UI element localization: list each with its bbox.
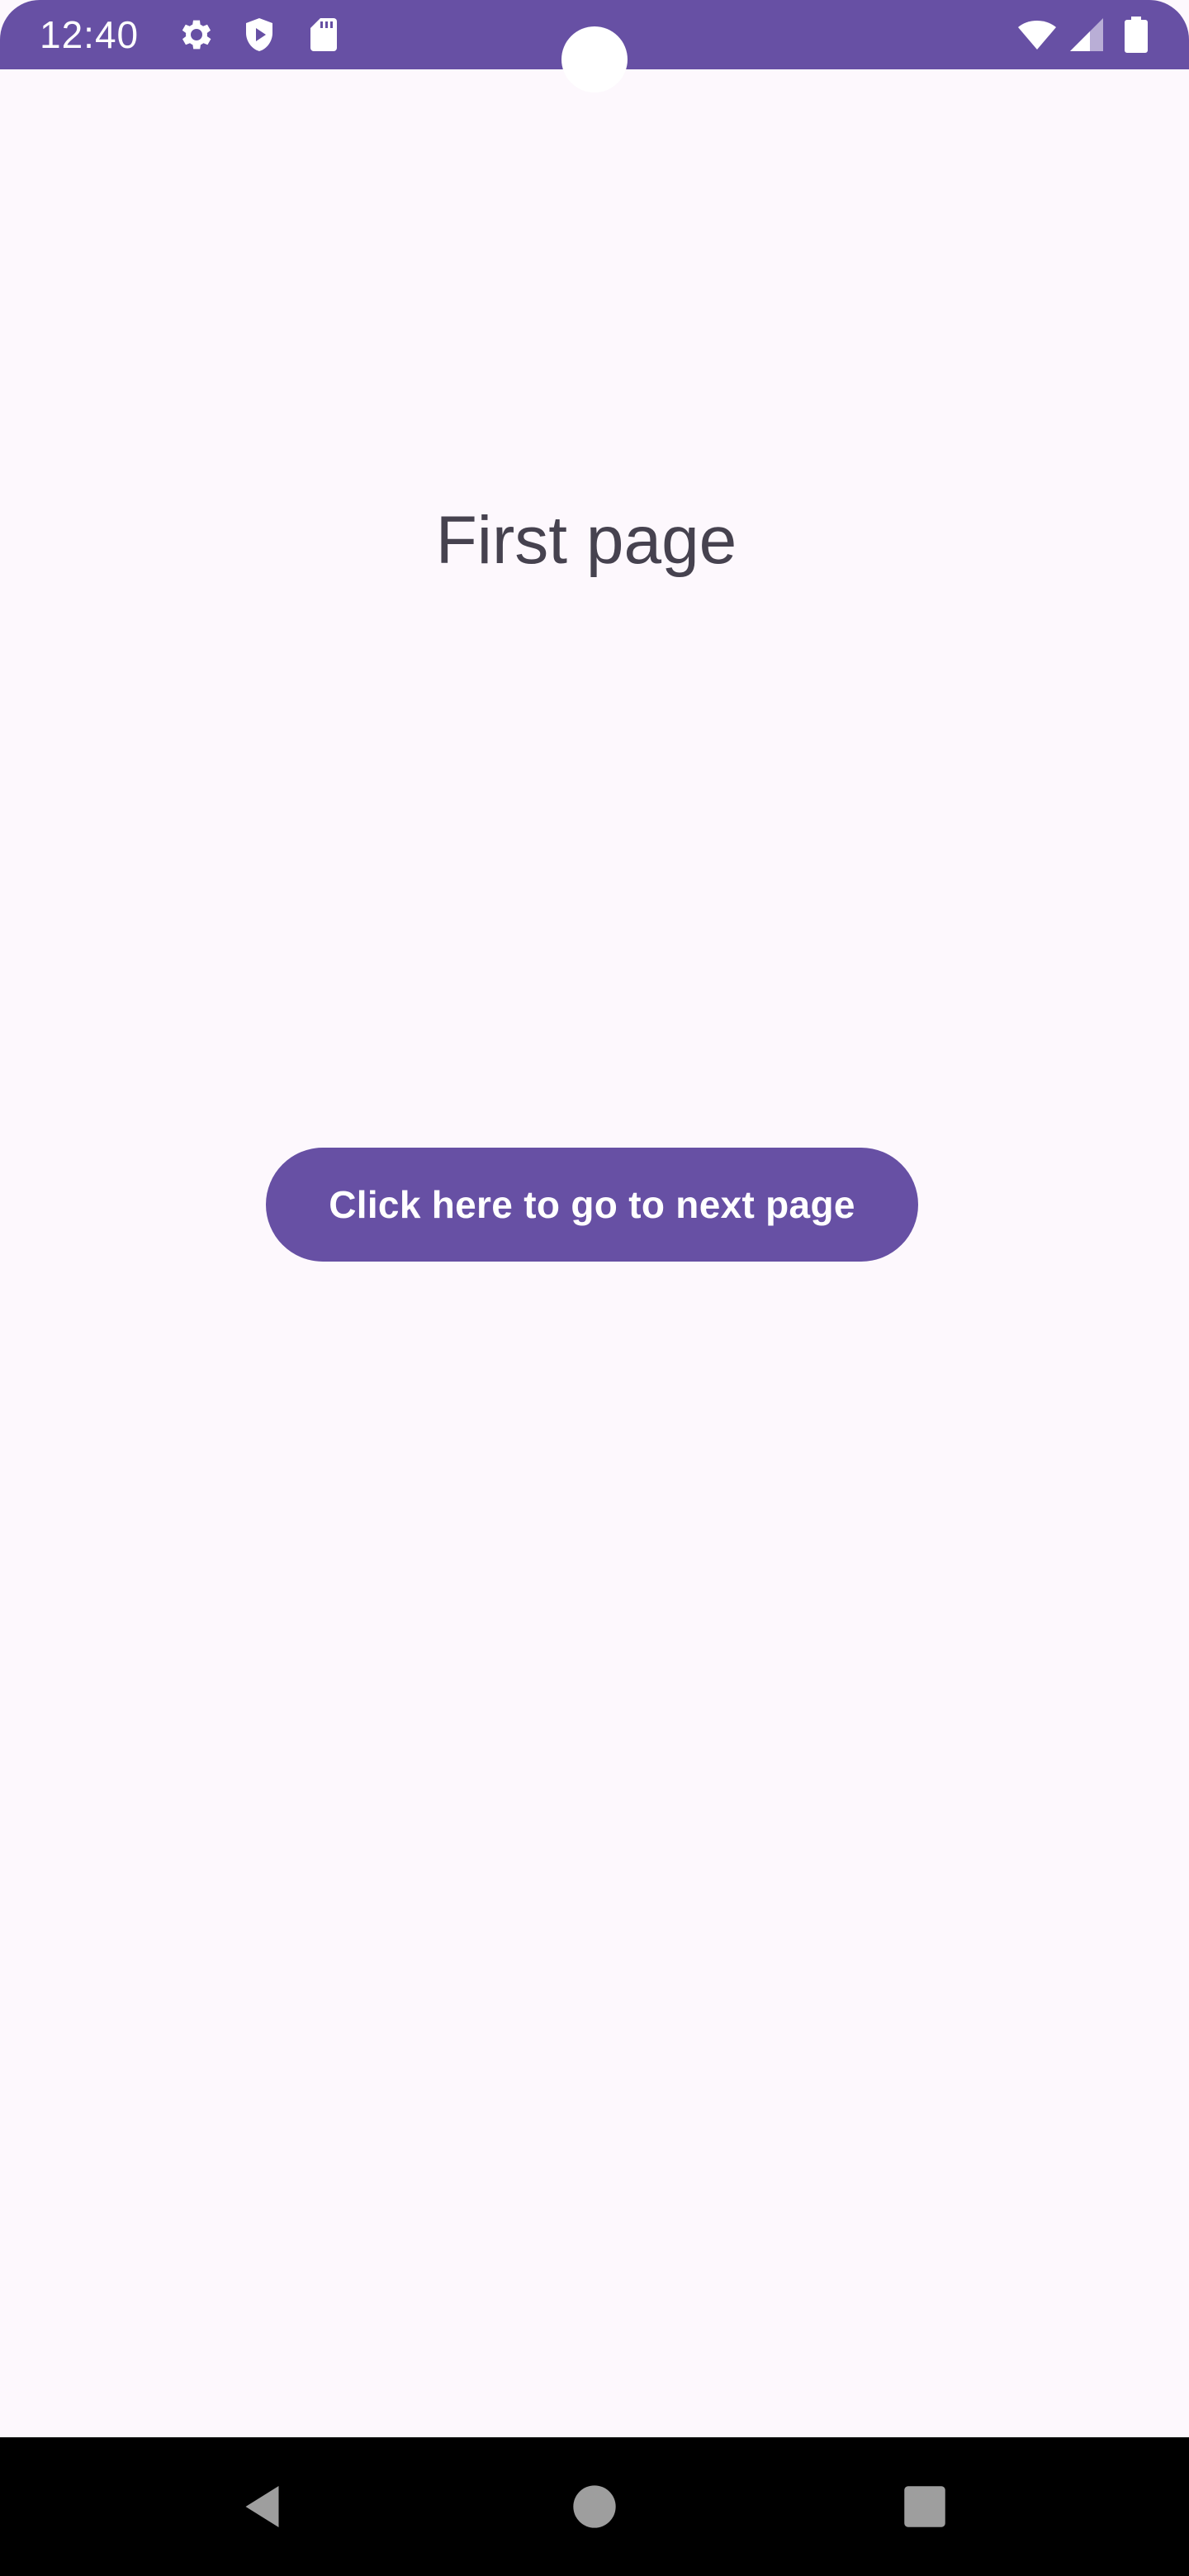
next-page-button[interactable]: Click here to go to next page bbox=[266, 1148, 918, 1262]
recents-square-icon bbox=[904, 2486, 945, 2527]
wifi-icon bbox=[1017, 15, 1057, 54]
navigation-bar bbox=[0, 2437, 1189, 2576]
sd-card-icon bbox=[304, 15, 343, 54]
back-triangle-icon bbox=[245, 2486, 279, 2527]
device-frame: 12:40 First page Click here to go to nex… bbox=[0, 0, 1189, 2576]
gear-icon bbox=[177, 15, 216, 54]
shield-play-icon bbox=[239, 15, 279, 54]
status-time: 12:40 bbox=[40, 13, 140, 56]
app-screen: 12:40 First page Click here to go to nex… bbox=[0, 0, 1189, 2437]
camera-cutout bbox=[561, 26, 628, 92]
home-button[interactable] bbox=[528, 2437, 661, 2576]
home-circle-icon bbox=[573, 2485, 616, 2528]
page-title: First page bbox=[435, 503, 737, 578]
signal-icon bbox=[1067, 15, 1106, 54]
recents-button[interactable] bbox=[859, 2437, 991, 2576]
battery-icon bbox=[1116, 15, 1156, 54]
back-button[interactable] bbox=[198, 2437, 330, 2576]
